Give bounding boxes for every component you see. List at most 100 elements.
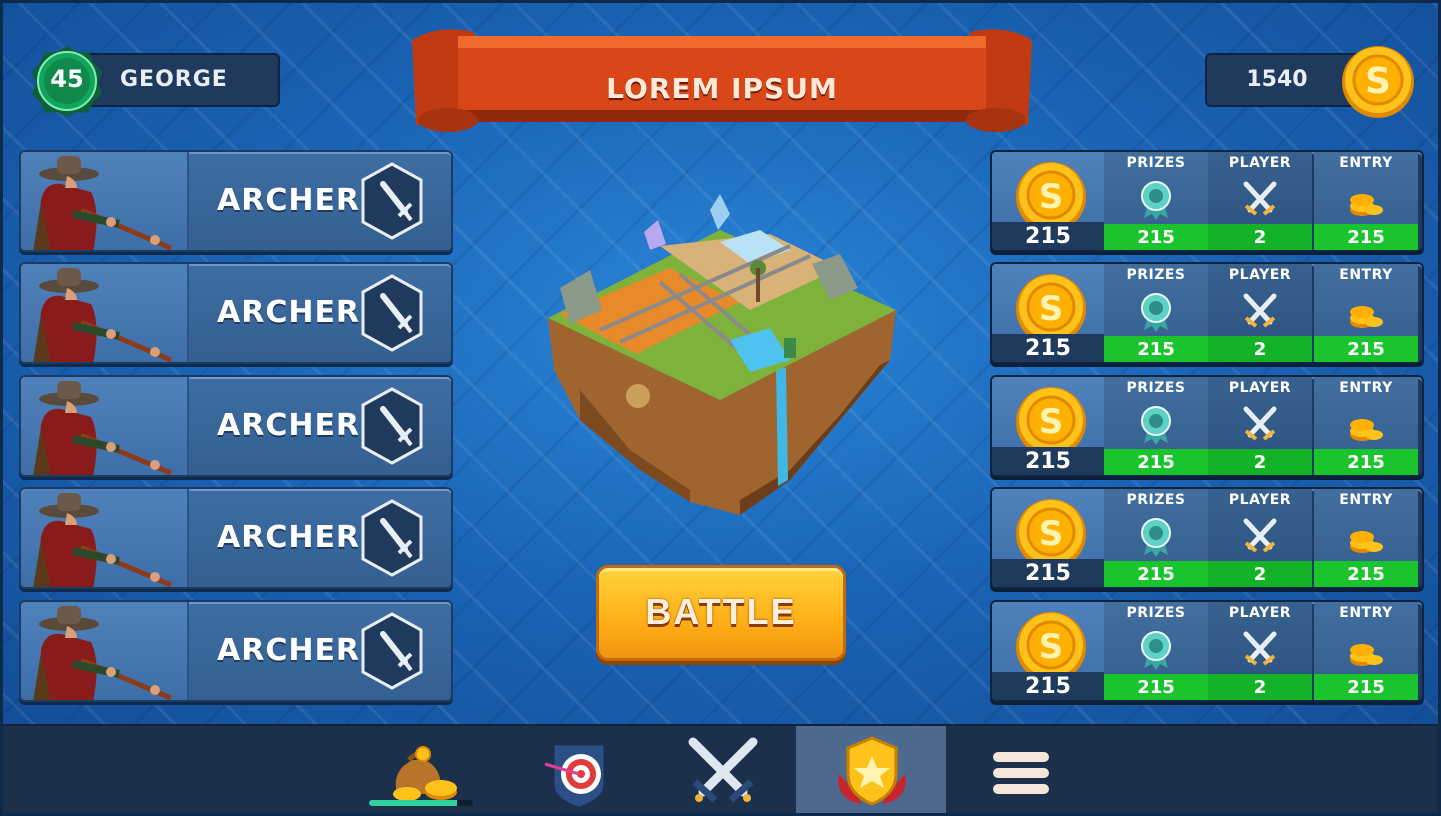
tournament-reward: S 215 [992,377,1104,475]
target-icon [544,742,607,810]
player-header: PLAYER [1228,605,1292,621]
sword-icon [361,612,423,690]
player-column: PLAYER 2 [1208,602,1312,700]
archer-name: ARCHER [217,183,361,218]
nav-shop[interactable] [347,726,497,816]
nav-target[interactable] [503,726,653,816]
banner-title: LOREM IPSUM [606,72,838,105]
crossed-swords-icon [1243,631,1277,666]
prizes-header: PRIZES [1126,155,1186,171]
svg-text:S: S [1039,289,1064,329]
crossed-swords-icon [1243,406,1277,441]
archer-card[interactable]: ARCHER [19,600,453,702]
crossed-swords-icon [1243,293,1277,328]
player-column: PLAYER 2 [1208,264,1312,362]
player-header: PLAYER [1228,492,1292,508]
entry-column: ENTRY 215 [1314,264,1418,362]
svg-text:S: S [1039,514,1064,554]
nav-ranking[interactable] [796,726,946,816]
tournament-reward: S 215 [992,489,1104,587]
coin-stack-icon [1350,419,1383,441]
sword-icon [361,499,423,577]
svg-text:S: S [1365,61,1391,102]
archer-card[interactable]: ARCHER [19,262,453,364]
player-header: PLAYER [1228,380,1292,396]
entry-value: 215 [1314,449,1418,475]
tournament-amount: 215 [992,559,1104,587]
archer-portrait [21,489,189,587]
prizes-column: PRIZES 215 [1104,377,1208,475]
svg-text:S: S [1039,627,1064,667]
prizes-value: 215 [1104,336,1208,362]
ribbon-badge-icon [1141,406,1171,445]
entry-header: ENTRY [1339,155,1393,171]
entry-column: ENTRY 215 [1314,377,1418,475]
coin-balance-value: 1540 [1246,67,1308,92]
archer-card[interactable]: ARCHER [19,150,453,252]
player-value: 2 [1208,674,1312,700]
battle-button[interactable]: BATTLE [596,565,846,661]
archer-name: ARCHER [217,408,361,443]
level-badge: 45 [30,44,104,118]
entry-header: ENTRY [1339,380,1393,396]
crossed-swords-icon [688,737,758,803]
ribbon-badge-icon [1141,181,1171,220]
coin-bag-icon [393,746,457,801]
coin-stack-icon [1350,306,1383,328]
title-banner: LOREM IPSUM [408,22,1036,138]
tournament-card[interactable]: S 215 PRIZES 215 PLAYER 2 ENTRY 215 [990,150,1424,252]
prizes-value: 215 [1104,449,1208,475]
crossed-swords-icon [1243,181,1277,216]
player-value: 2 [1208,561,1312,587]
prizes-header: PRIZES [1126,380,1186,396]
player-header: PLAYER [1228,267,1292,283]
player-column: PLAYER 2 [1208,377,1312,475]
ribbon-badge-icon [1141,518,1171,557]
archer-portrait [21,377,189,475]
player-column: PLAYER 2 [1208,489,1312,587]
menu-icon [993,752,1049,794]
prizes-header: PRIZES [1126,605,1186,621]
nav-battle[interactable] [647,726,797,816]
tournament-card[interactable]: S 215 PRIZES 215 PLAYER 2 ENTRY 215 [990,600,1424,702]
floating-island-map[interactable] [540,190,904,520]
prizes-header: PRIZES [1126,492,1186,508]
entry-column: ENTRY 215 [1314,489,1418,587]
archer-card[interactable]: ARCHER [19,487,453,589]
player-header: PLAYER [1228,155,1292,171]
prizes-value: 215 [1104,674,1208,700]
sword-icon [361,387,423,465]
player-value: 2 [1208,449,1312,475]
player-name: GEORGE [120,67,228,92]
archer-name: ARCHER [217,295,361,330]
tournament-card[interactable]: S 215 PRIZES 215 PLAYER 2 ENTRY 215 [990,487,1424,589]
archer-portrait [21,152,189,250]
sword-icon [361,162,423,240]
tournament-card[interactable]: S 215 PRIZES 215 PLAYER 2 ENTRY 215 [990,375,1424,477]
ribbon-badge-icon [1141,293,1171,332]
tournament-reward: S 215 [992,152,1104,250]
prizes-header: PRIZES [1126,267,1186,283]
sword-icon [361,274,423,352]
entry-column: ENTRY 215 [1314,152,1418,250]
crossed-swords-icon [1243,518,1277,553]
tournament-card[interactable]: S 215 PRIZES 215 PLAYER 2 ENTRY 215 [990,262,1424,364]
bottom-nav [0,724,1441,816]
coin-stack-icon [1350,644,1383,666]
entry-header: ENTRY [1339,605,1393,621]
entry-value: 215 [1314,674,1418,700]
entry-value: 215 [1314,561,1418,587]
prizes-value: 215 [1104,224,1208,250]
prizes-column: PRIZES 215 [1104,602,1208,700]
player-value: 2 [1208,224,1312,250]
svg-text:S: S [1039,177,1064,217]
player-column: PLAYER 2 [1208,152,1312,250]
entry-header: ENTRY [1339,492,1393,508]
tournament-reward: S 215 [992,264,1104,362]
prizes-column: PRIZES 215 [1104,264,1208,362]
prizes-value: 215 [1104,561,1208,587]
tournament-reward: S 215 [992,602,1104,700]
archer-card[interactable]: ARCHER [19,375,453,477]
entry-value: 215 [1314,336,1418,362]
nav-menu[interactable] [947,726,1097,816]
